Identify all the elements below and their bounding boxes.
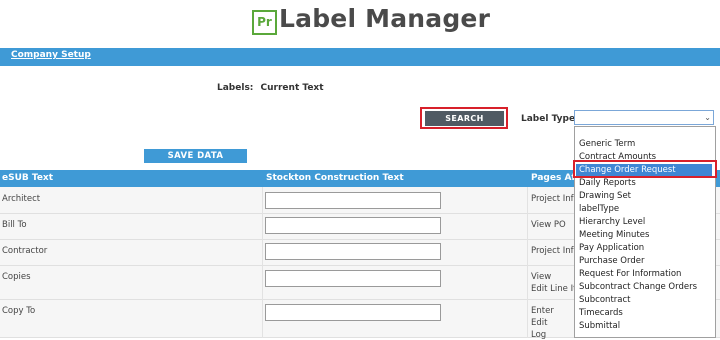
column-header-pages-affected: Pages Aff [531, 173, 579, 183]
company-setup-link[interactable]: Company Setup [11, 50, 91, 60]
label-type-dropdown-list: Generic Term Contract Amounts Change Ord… [574, 126, 716, 338]
search-button[interactable]: SEARCH [425, 111, 504, 126]
pages-affected-cell: Log [531, 330, 547, 340]
label-text-input[interactable] [265, 304, 441, 321]
label-text-input[interactable] [265, 270, 441, 287]
label-type-select[interactable]: ⌄ [574, 110, 714, 125]
dropdown-option[interactable]: Timecards [579, 307, 623, 319]
dropdown-option[interactable]: Generic Term [579, 138, 635, 150]
dropdown-option[interactable]: Subcontract Change Orders [579, 281, 697, 293]
column-divider [527, 187, 528, 338]
labels-value: Current Text [260, 83, 324, 93]
pages-affected-cell: Edit Line It [531, 284, 577, 294]
pages-affected-cell: Enter [531, 306, 554, 316]
labels-label: Labels: [217, 83, 254, 93]
labels-current-text: Labels: Current Text [217, 83, 328, 93]
dropdown-option[interactable]: labelType [579, 203, 619, 215]
dropdown-option[interactable]: Request For Information [579, 268, 681, 280]
esub-text-cell: Copy To [2, 306, 36, 316]
dropdown-option[interactable]: Pay Application [579, 242, 644, 254]
dropdown-option[interactable]: Daily Reports [579, 177, 636, 189]
selected-option-highlight-box [573, 160, 717, 178]
pages-affected-cell: Project Inf [531, 194, 574, 204]
dropdown-option[interactable]: Hierarchy Level [579, 216, 645, 228]
save-data-button[interactable]: SAVE DATA [144, 149, 247, 163]
page-title: Label Manager [279, 4, 491, 33]
pages-affected-cell: Project Inf [531, 246, 574, 256]
label-text-input[interactable] [265, 192, 441, 209]
esub-text-cell: Architect [2, 194, 41, 204]
esub-text-cell: Bill To [2, 220, 27, 230]
dropdown-option[interactable]: Submittal [579, 320, 620, 332]
label-text-input[interactable] [265, 243, 441, 260]
app-logo: Pr [252, 10, 277, 35]
pages-affected-cell: Edit [531, 318, 548, 328]
dropdown-option[interactable]: Subcontract [579, 294, 630, 306]
column-header-esub-text: eSUB Text [2, 173, 54, 183]
dropdown-option[interactable]: Purchase Order [579, 255, 644, 267]
esub-text-cell: Contractor [2, 246, 48, 256]
nav-bar [0, 48, 720, 66]
label-text-input[interactable] [265, 217, 441, 234]
dropdown-option[interactable]: Drawing Set [579, 190, 631, 202]
pages-affected-cell: View [531, 272, 552, 282]
dropdown-option[interactable]: Meeting Minutes [579, 229, 649, 241]
column-divider [262, 187, 263, 338]
chevron-down-icon: ⌄ [704, 113, 711, 122]
pages-affected-cell: View PO [531, 220, 566, 230]
column-header-company-text: Stockton Construction Text [266, 173, 404, 183]
esub-text-cell: Copies [2, 272, 31, 282]
label-type-label: Label Type: [521, 114, 579, 124]
